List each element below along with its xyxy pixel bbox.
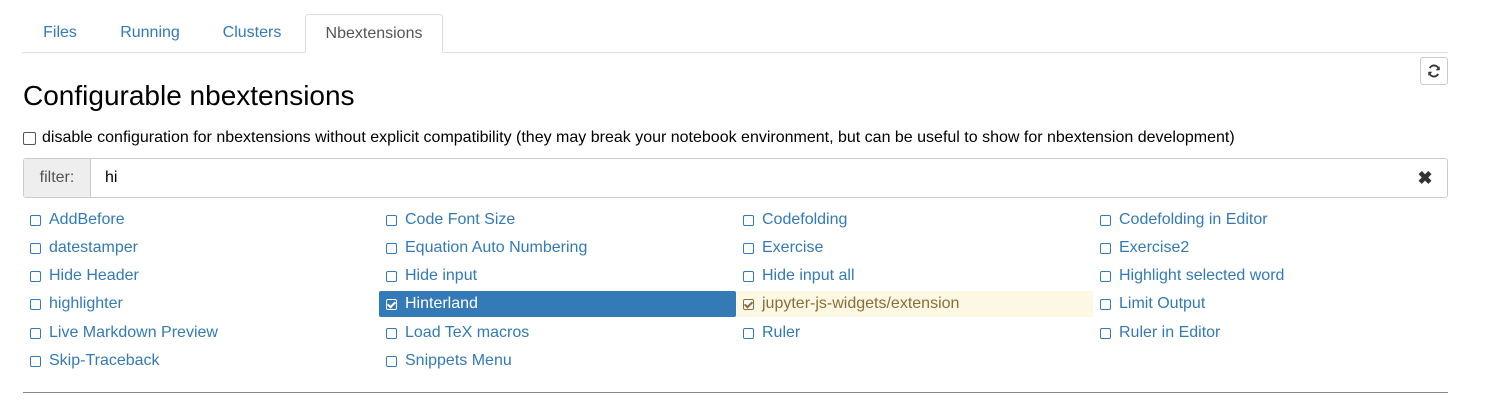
extension-label: Exercise2	[1119, 239, 1190, 256]
extension-checkbox[interactable]	[386, 298, 397, 310]
extension-checkbox[interactable]	[386, 242, 397, 254]
extension-item[interactable]: Ruler in Editor	[1093, 320, 1450, 346]
tab-nbextensions[interactable]: Nbextensions	[305, 14, 443, 53]
extension-item[interactable]: Hide input	[379, 263, 736, 289]
extension-label: datestamper	[49, 239, 138, 256]
refresh-button[interactable]	[1420, 57, 1448, 85]
extension-item[interactable]: datestamper	[23, 235, 380, 261]
extension-label: Load TeX macros	[405, 324, 530, 341]
extension-checkbox[interactable]	[386, 270, 397, 282]
extension-item[interactable]: Skip-Traceback	[23, 348, 380, 374]
extension-item[interactable]: Snippets Menu	[379, 348, 736, 374]
extension-item[interactable]: Limit Output	[1093, 291, 1450, 317]
page-title: Configurable nbextensions	[23, 80, 355, 111]
extension-checkbox[interactable]	[1100, 298, 1111, 310]
extension-checkbox[interactable]	[30, 270, 41, 282]
extension-item[interactable]: Code Font Size	[379, 207, 736, 233]
extension-checkbox[interactable]	[386, 327, 397, 339]
extension-checkbox[interactable]	[30, 298, 41, 310]
extension-checkbox[interactable]	[743, 242, 754, 254]
tab-clusters[interactable]: Clusters	[208, 14, 296, 52]
compat-checkbox[interactable]	[23, 131, 36, 145]
tab-running[interactable]: Running	[104, 14, 196, 52]
extension-label: Hide input all	[762, 267, 855, 284]
extension-checkbox[interactable]	[386, 355, 397, 367]
extension-checkbox[interactable]	[30, 242, 41, 254]
extension-item[interactable]: Hide input all	[736, 263, 1093, 289]
extension-label: Equation Auto Numbering	[405, 239, 588, 256]
extension-item[interactable]: Highlight selected word	[1093, 263, 1450, 289]
extension-label: AddBefore	[49, 211, 125, 228]
extension-checkbox[interactable]	[30, 214, 41, 226]
extension-label: Exercise	[762, 239, 824, 256]
filter-group: filter: ✖	[23, 158, 1448, 198]
extension-label: Limit Output	[1119, 295, 1206, 312]
extension-checkbox[interactable]	[30, 355, 41, 367]
divider	[23, 392, 1448, 393]
extension-item[interactable]: Exercise2	[1093, 235, 1450, 261]
extension-item[interactable]: Equation Auto Numbering	[379, 235, 736, 261]
extension-checkbox[interactable]	[743, 270, 754, 282]
extension-item[interactable]: Codefolding in Editor	[1093, 207, 1450, 233]
extension-label: Codefolding in Editor	[1119, 211, 1268, 228]
extension-label: Codefolding	[762, 211, 848, 228]
extension-item[interactable]: Live Markdown Preview	[23, 320, 380, 346]
extension-label: Highlight selected word	[1119, 267, 1285, 284]
extension-label: highlighter	[49, 295, 123, 312]
extension-item[interactable]: jupyter-js-widgets/extension	[736, 291, 1093, 317]
close-icon: ✖	[1417, 167, 1433, 188]
extension-label: Ruler	[762, 324, 801, 341]
compat-label: disable configuration for nbextensions w…	[42, 129, 1235, 146]
extension-label: jupyter-js-widgets/extension	[762, 295, 960, 312]
extension-checkbox[interactable]	[1100, 214, 1111, 226]
tab-bar: Files Running Clusters Nbextensions	[22, 14, 1448, 53]
extension-checkbox[interactable]	[743, 298, 754, 310]
extension-label: Ruler in Editor	[1119, 324, 1221, 341]
clear-filter-button[interactable]: ✖	[1403, 159, 1447, 197]
extension-checkbox[interactable]	[30, 327, 41, 339]
extension-label: Hide input	[405, 267, 478, 284]
extension-checkbox[interactable]	[743, 214, 754, 226]
extension-checkbox[interactable]	[743, 327, 754, 339]
filter-label: filter:	[24, 159, 91, 197]
refresh-icon	[1428, 64, 1440, 78]
extension-label: Hide Header	[49, 267, 139, 284]
extension-checkbox[interactable]	[1100, 242, 1111, 254]
extension-item[interactable]: Exercise	[736, 235, 1093, 261]
extension-item[interactable]: Codefolding	[736, 207, 1093, 233]
compat-option[interactable]: disable configuration for nbextensions w…	[23, 127, 1235, 149]
extension-label: Snippets Menu	[405, 352, 512, 369]
extension-item[interactable]: Ruler	[736, 320, 1093, 346]
extension-checkbox[interactable]	[1100, 270, 1111, 282]
extension-checkbox[interactable]	[1100, 327, 1111, 339]
extension-label: Skip-Traceback	[49, 352, 160, 369]
extension-checkbox[interactable]	[386, 214, 397, 226]
extension-item[interactable]: AddBefore	[23, 207, 380, 233]
filter-input[interactable]	[91, 159, 1403, 197]
extension-label: Code Font Size	[405, 211, 516, 228]
extension-item[interactable]: Hide Header	[23, 263, 380, 289]
extension-item[interactable]: Load TeX macros	[379, 320, 736, 346]
extension-item[interactable]: Hinterland	[379, 291, 736, 317]
tab-files[interactable]: Files	[22, 14, 98, 52]
extension-label: Hinterland	[405, 295, 478, 312]
extension-item[interactable]: highlighter	[23, 291, 380, 317]
extension-label: Live Markdown Preview	[49, 324, 218, 341]
